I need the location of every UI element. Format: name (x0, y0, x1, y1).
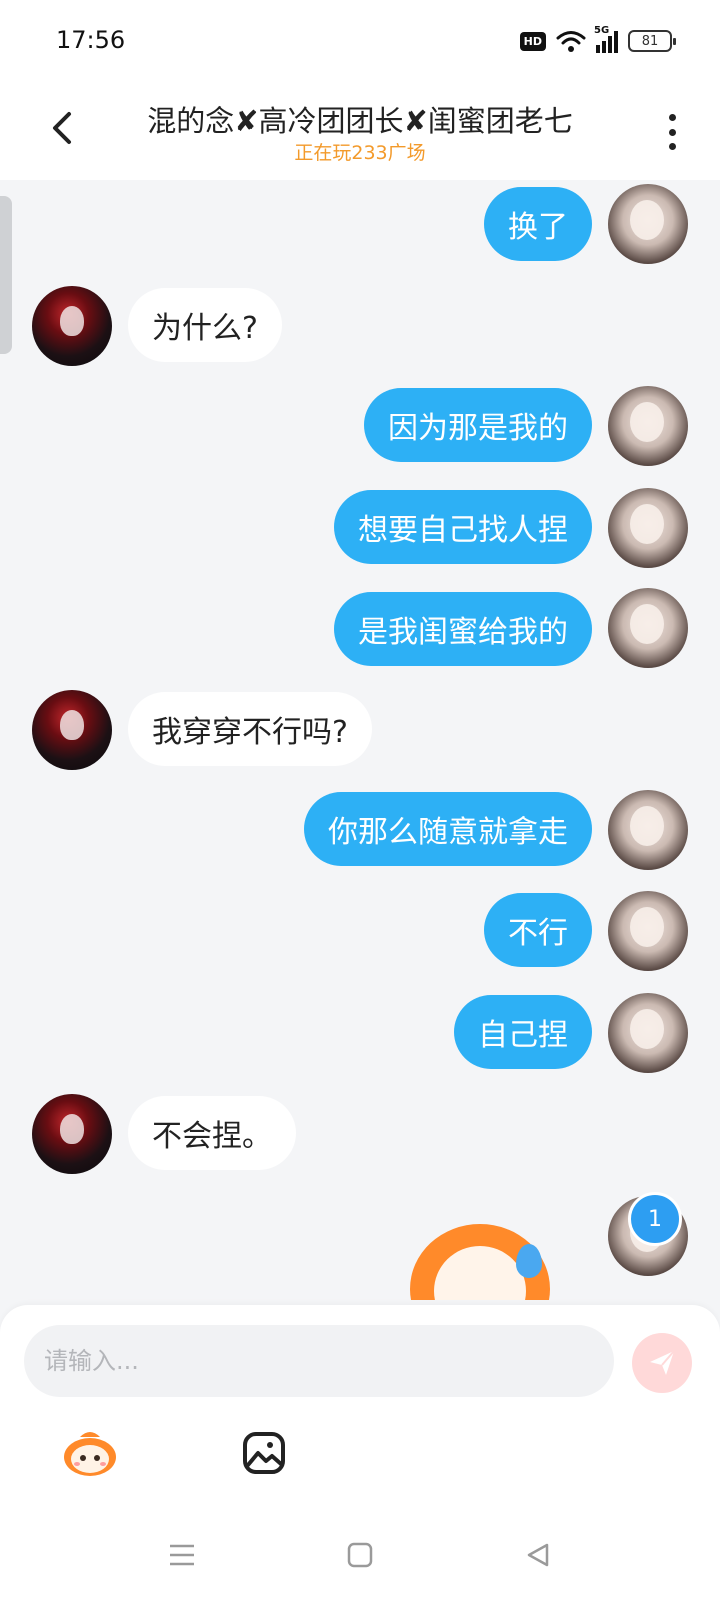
status-icons: HD 5G 81 (519, 25, 676, 54)
back-button[interactable] (40, 106, 84, 150)
system-nav-bar (0, 1505, 720, 1604)
message-bubble-received[interactable]: 不会捏。 (128, 1096, 296, 1170)
message-bubble-sent[interactable]: 是我闺蜜给我的 (334, 592, 592, 666)
image-button[interactable] (234, 1423, 294, 1483)
network-type: 5G (594, 25, 610, 36)
message-bubble-sent[interactable]: 想要自己找人捏 (334, 490, 592, 564)
battery-icon: 81 (628, 30, 676, 52)
message-bubble-sent[interactable]: 不行 (484, 893, 592, 967)
message-bubble-sent[interactable]: 你那么随意就拿走 (304, 792, 592, 866)
message-bubble-sent[interactable]: 自己捏 (454, 995, 592, 1069)
message-list[interactable]: 换了 为什么? 因为那是我的 想要自己找人捏 是我闺蜜给我的 我穿穿不行吗? 你… (0, 180, 720, 1305)
menu-button[interactable] (162, 1535, 202, 1575)
wifi-icon (556, 31, 586, 52)
scroll-indicator[interactable] (0, 196, 12, 354)
message-input[interactable] (24, 1325, 614, 1397)
sticker-message[interactable] (400, 1210, 560, 1300)
status-time: 17:56 (56, 26, 126, 54)
my-avatar[interactable] (608, 386, 688, 466)
send-icon (650, 1350, 675, 1375)
menu-icon (170, 1544, 194, 1566)
system-back-button[interactable] (518, 1535, 558, 1575)
chat-subtitle: 正在玩233广场 (294, 142, 426, 164)
chat-title: 混的念✘高冷团团长✘闺蜜团老七 (147, 104, 573, 138)
my-avatar[interactable] (608, 488, 688, 568)
image-icon (243, 1432, 285, 1474)
back-triangle-icon (527, 1543, 549, 1567)
contact-avatar[interactable] (32, 1094, 112, 1174)
send-button[interactable] (632, 1333, 692, 1393)
hd-badge: HD (519, 31, 546, 51)
message-bubble-sent[interactable]: 换了 (484, 187, 592, 261)
my-avatar[interactable] (608, 184, 688, 264)
status-bar: 17:56 HD 5G 81 (0, 0, 720, 84)
message-bubble-sent[interactable]: 因为那是我的 (364, 388, 592, 462)
signal-icon: 5G (594, 25, 618, 53)
contact-avatar[interactable] (32, 690, 112, 770)
home-button[interactable] (340, 1535, 380, 1575)
my-avatar[interactable] (608, 790, 688, 870)
message-bubble-received[interactable]: 为什么? (128, 288, 282, 362)
message-bubble-received[interactable]: 我穿穿不行吗? (128, 692, 372, 766)
home-icon (347, 1542, 373, 1568)
more-button[interactable] (662, 112, 682, 152)
unread-badge[interactable]: 1 (628, 1192, 682, 1246)
back-arrow-icon (53, 112, 71, 144)
my-avatar[interactable] (608, 993, 688, 1073)
my-avatar[interactable] (608, 891, 688, 971)
sticker-button[interactable] (60, 1423, 120, 1483)
emoji-mascot-icon (64, 1432, 116, 1476)
chat-header: 混的念✘高冷团团长✘闺蜜团老七 正在玩233广场 (0, 84, 720, 180)
contact-avatar[interactable] (32, 286, 112, 366)
more-icon (668, 114, 676, 121)
my-avatar[interactable] (608, 588, 688, 668)
